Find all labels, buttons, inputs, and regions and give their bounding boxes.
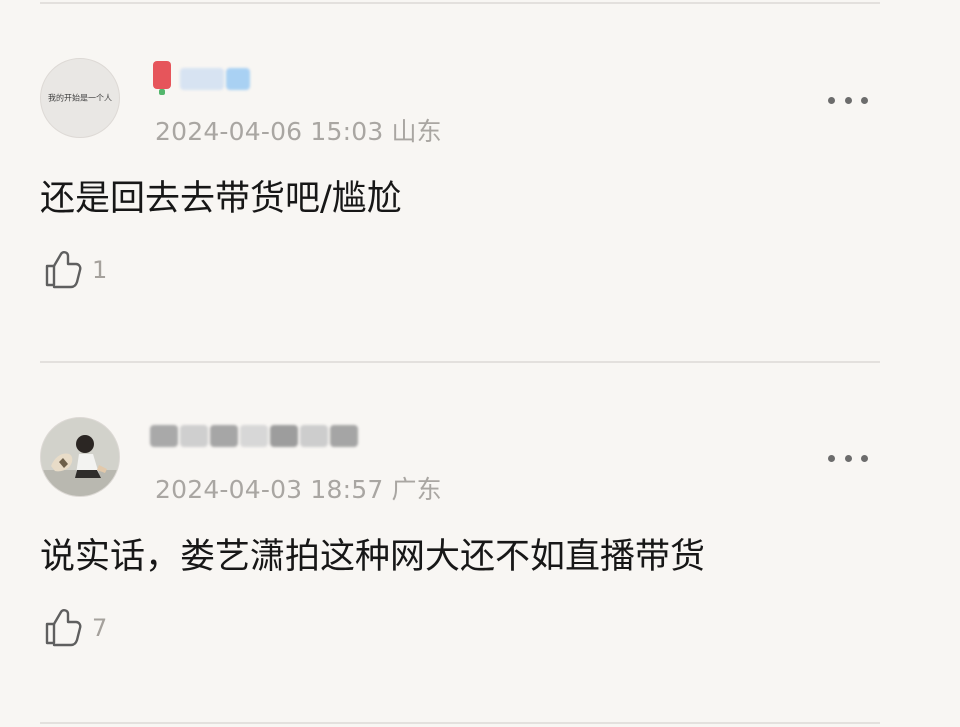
like-button[interactable]: 7 bbox=[40, 604, 107, 650]
more-horizontal-icon bbox=[828, 96, 835, 104]
username-mosaic-4 bbox=[240, 425, 268, 447]
more-horizontal-icon bbox=[844, 454, 852, 462]
user-avatar[interactable]: 我的开始是一个人 bbox=[40, 58, 120, 138]
location: 广东 bbox=[391, 475, 442, 504]
thumbs-up-icon bbox=[45, 251, 82, 289]
comment-meta: 2024-04-06 15:03 山东 bbox=[155, 112, 442, 148]
username-mosaic-2 bbox=[226, 68, 250, 90]
like-count: 7 bbox=[92, 614, 108, 642]
username-mosaic-2 bbox=[180, 425, 208, 447]
avatar-caption: 我的开始是一个人 bbox=[48, 93, 112, 103]
username-blurred[interactable] bbox=[150, 61, 252, 97]
comment-text: 说实话，娄艺潇拍这种网大还不如直播带货 bbox=[40, 537, 706, 577]
user-avatar[interactable] bbox=[40, 417, 120, 497]
username-mosaic-3 bbox=[210, 425, 238, 447]
middle-divider bbox=[40, 361, 880, 363]
timestamp: 2024-04-06 15:03 bbox=[155, 117, 384, 146]
username-sticker bbox=[150, 61, 176, 97]
username-blurred[interactable] bbox=[150, 421, 360, 451]
comment-meta: 2024-04-03 18:57 广东 bbox=[155, 470, 442, 506]
username-mosaic-1 bbox=[180, 68, 224, 90]
username-mosaic-6 bbox=[300, 425, 328, 447]
username-mosaic-5 bbox=[270, 425, 298, 447]
comment-text: 还是回去去带货吧/尴尬 bbox=[40, 179, 402, 219]
username-mosaic-1 bbox=[150, 425, 178, 447]
bottom-divider bbox=[40, 722, 880, 724]
location: 山东 bbox=[391, 117, 442, 146]
more-horizontal-icon bbox=[828, 454, 835, 462]
more-options-button[interactable] bbox=[828, 92, 868, 108]
top-divider bbox=[40, 2, 880, 4]
like-button[interactable]: 1 bbox=[40, 246, 107, 292]
username-mosaic-7 bbox=[330, 425, 358, 447]
like-count: 1 bbox=[92, 256, 108, 284]
more-options-button[interactable] bbox=[828, 450, 868, 466]
thumbs-up-icon bbox=[45, 609, 82, 647]
timestamp: 2024-04-03 18:57 bbox=[155, 475, 384, 504]
more-horizontal-icon bbox=[861, 96, 868, 104]
more-horizontal-icon bbox=[861, 454, 868, 462]
more-horizontal-icon bbox=[844, 96, 852, 104]
